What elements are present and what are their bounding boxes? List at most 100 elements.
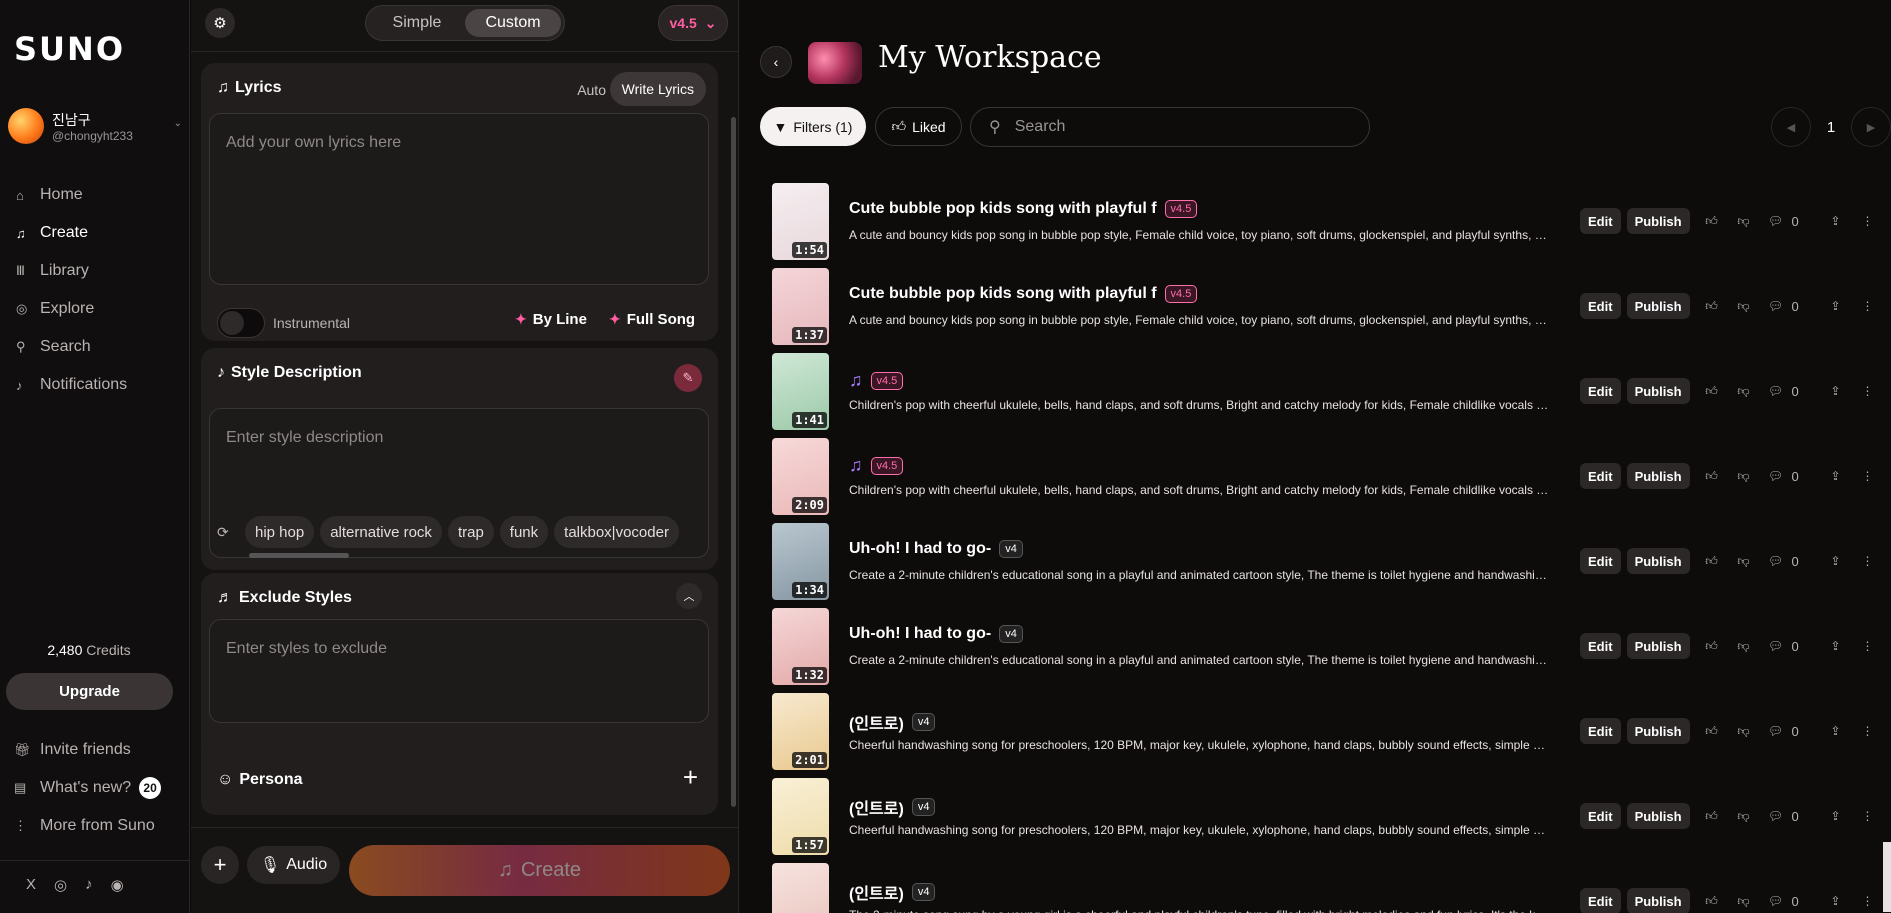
- publish-button[interactable]: Publish: [1626, 803, 1690, 829]
- add-icon[interactable]: +: [201, 846, 239, 884]
- publish-button[interactable]: Publish: [1626, 718, 1690, 744]
- edit-button[interactable]: Edit: [1580, 463, 1621, 489]
- song-row[interactable]: 1:37 Cute bubble pop kids song with playf…: [740, 265, 1891, 350]
- gear-icon[interactable]: ⚙: [205, 8, 235, 38]
- comment-icon[interactable]: 💬︎: [1760, 724, 1792, 738]
- full-song-button[interactable]: ✦ Full Song: [609, 311, 695, 328]
- thumbs-down-icon[interactable]: 👎︎: [1728, 299, 1760, 314]
- song-cover[interactable]: 2:01: [772, 693, 829, 770]
- comment-icon[interactable]: 💬︎: [1760, 639, 1792, 653]
- instrumental-toggle[interactable]: [217, 308, 265, 338]
- comment-icon[interactable]: 💬︎: [1760, 384, 1792, 398]
- song-row[interactable]: 1:41 ♫ v4.5 Children's pop with cheerful uk…: [740, 350, 1891, 435]
- song-row[interactable]: (인트로) v4 The 2-minute song sung by a young…: [740, 860, 1891, 913]
- write-lyrics-button[interactable]: Write Lyrics: [609, 72, 706, 106]
- song-row[interactable]: 1:54 Cute bubble pop kids song with playf…: [740, 180, 1891, 265]
- thumbs-down-icon[interactable]: 👎︎: [1728, 724, 1760, 739]
- thumbs-up-icon[interactable]: 👍︎: [1696, 639, 1728, 654]
- sidebar-item-explore[interactable]: ◎ Explore: [0, 290, 190, 328]
- thumbs-up-icon[interactable]: 👍︎: [1696, 809, 1728, 824]
- more-from-suno-link[interactable]: ⋮ More from Suno: [0, 807, 190, 845]
- back-arrow-icon[interactable]: ‹: [760, 46, 792, 78]
- model-version-select[interactable]: v4.5 ⌄: [658, 5, 728, 41]
- more-vertical-icon[interactable]: ⋮: [1852, 894, 1884, 908]
- more-vertical-icon[interactable]: ⋮: [1852, 724, 1884, 738]
- sidebar-item-home[interactable]: ⌂ Home: [0, 176, 190, 214]
- mode-custom-button[interactable]: Custom: [465, 9, 561, 37]
- comment-icon[interactable]: 💬︎: [1760, 554, 1792, 568]
- instagram-icon[interactable]: ◎: [54, 876, 67, 894]
- audio-button[interactable]: 🎙︎ Audio: [247, 846, 340, 884]
- song-cover[interactable]: 1:37: [772, 268, 829, 345]
- thumbs-down-icon[interactable]: 👎︎: [1728, 214, 1760, 229]
- form-scrollbar[interactable]: [731, 117, 736, 807]
- edit-button[interactable]: Edit: [1580, 208, 1621, 234]
- sidebar-item-create[interactable]: ♫ Create: [0, 214, 190, 252]
- more-vertical-icon[interactable]: ⋮: [1852, 639, 1884, 653]
- thumbs-up-icon[interactable]: 👍︎: [1696, 299, 1728, 314]
- song-cover[interactable]: 1:57: [772, 778, 829, 855]
- more-vertical-icon[interactable]: ⋮: [1852, 469, 1884, 483]
- create-button[interactable]: ♫ Create: [349, 845, 730, 896]
- thumbs-down-icon[interactable]: 👎︎: [1728, 894, 1760, 909]
- more-vertical-icon[interactable]: ⋮: [1852, 214, 1884, 228]
- song-row[interactable]: 2:09 ♫ v4.5 Children's pop with cheerful uk…: [740, 435, 1891, 520]
- exclude-input[interactable]: Enter styles to exclude: [209, 619, 709, 723]
- more-vertical-icon[interactable]: ⋮: [1852, 554, 1884, 568]
- comment-icon[interactable]: 💬︎: [1760, 214, 1792, 228]
- song-row[interactable]: 1:57 (인트로) v4 Cheerful handwashing song for…: [740, 775, 1891, 860]
- edit-button[interactable]: Edit: [1580, 633, 1621, 659]
- song-cover[interactable]: 1:32: [772, 608, 829, 685]
- song-title[interactable]: Cute bubble pop kids song with playful f: [849, 200, 1157, 218]
- publish-button[interactable]: Publish: [1626, 463, 1690, 489]
- share-icon[interactable]: ⇪: [1820, 384, 1852, 398]
- song-cover[interactable]: 1:54: [772, 183, 829, 260]
- thumbs-up-icon[interactable]: 👍︎: [1696, 894, 1728, 909]
- share-icon[interactable]: ⇪: [1820, 299, 1852, 313]
- song-title[interactable]: (인트로): [849, 795, 904, 819]
- edit-button[interactable]: Edit: [1580, 718, 1621, 744]
- publish-button[interactable]: Publish: [1626, 208, 1690, 234]
- comment-icon[interactable]: 💬︎: [1760, 894, 1792, 908]
- publish-button[interactable]: Publish: [1626, 633, 1690, 659]
- lyrics-auto-button[interactable]: Auto: [577, 75, 606, 105]
- invite-friends-link[interactable]: 🎁︎ Invite friends: [0, 731, 190, 769]
- share-icon[interactable]: ⇪: [1820, 809, 1852, 823]
- song-cover[interactable]: 1:34: [772, 523, 829, 600]
- x-icon[interactable]: X: [26, 876, 36, 894]
- filters-button[interactable]: ▼ Filters (1): [760, 107, 866, 146]
- thumbs-up-icon[interactable]: 👍︎: [1696, 384, 1728, 399]
- song-title[interactable]: Cute bubble pop kids song with playful f: [849, 285, 1157, 303]
- sidebar-item-search[interactable]: ⚲ Search: [0, 328, 190, 366]
- style-tag[interactable]: trap: [447, 516, 494, 548]
- thumbs-up-icon[interactable]: 👍︎: [1696, 554, 1728, 569]
- comment-icon[interactable]: 💬︎: [1760, 809, 1792, 823]
- thumbs-down-icon[interactable]: 👎︎: [1728, 554, 1760, 569]
- publish-button[interactable]: Publish: [1626, 293, 1690, 319]
- share-icon[interactable]: ⇪: [1820, 214, 1852, 228]
- thumbs-down-icon[interactable]: 👎︎: [1728, 384, 1760, 399]
- edit-button[interactable]: Edit: [1580, 803, 1621, 829]
- edit-button[interactable]: Edit: [1580, 548, 1621, 574]
- song-row[interactable]: 1:32 Uh-oh! I had to go-v4 Create a 2-minu…: [740, 605, 1891, 690]
- song-cover[interactable]: [772, 863, 829, 913]
- by-line-button[interactable]: ✦ By Line: [515, 311, 587, 328]
- publish-button[interactable]: Publish: [1626, 548, 1690, 574]
- next-page-icon[interactable]: ▶: [1851, 107, 1891, 147]
- add-persona-icon[interactable]: +: [683, 764, 698, 790]
- more-vertical-icon[interactable]: ⋮: [1852, 299, 1884, 313]
- song-title[interactable]: (인트로): [849, 710, 904, 734]
- share-icon[interactable]: ⇪: [1820, 724, 1852, 738]
- mode-simple-button[interactable]: Simple: [369, 9, 465, 37]
- style-tag[interactable]: hip hop: [245, 516, 315, 548]
- lyrics-input[interactable]: Add your own lyrics here: [209, 113, 709, 285]
- song-title[interactable]: Uh-oh! I had to go-: [849, 625, 991, 643]
- edit-button[interactable]: Edit: [1580, 888, 1621, 913]
- upgrade-button[interactable]: Upgrade: [6, 673, 173, 710]
- page-scrollbar[interactable]: [1883, 842, 1891, 912]
- sidebar-item-library[interactable]: Ⅲ Library: [0, 252, 190, 290]
- user-menu[interactable]: 진남구 @chongyht233 ⌄: [8, 108, 182, 148]
- magic-wand-icon[interactable]: ✎: [674, 364, 702, 392]
- thumbs-down-icon[interactable]: 👎︎: [1728, 809, 1760, 824]
- suno-logo[interactable]: SUNO: [14, 30, 125, 68]
